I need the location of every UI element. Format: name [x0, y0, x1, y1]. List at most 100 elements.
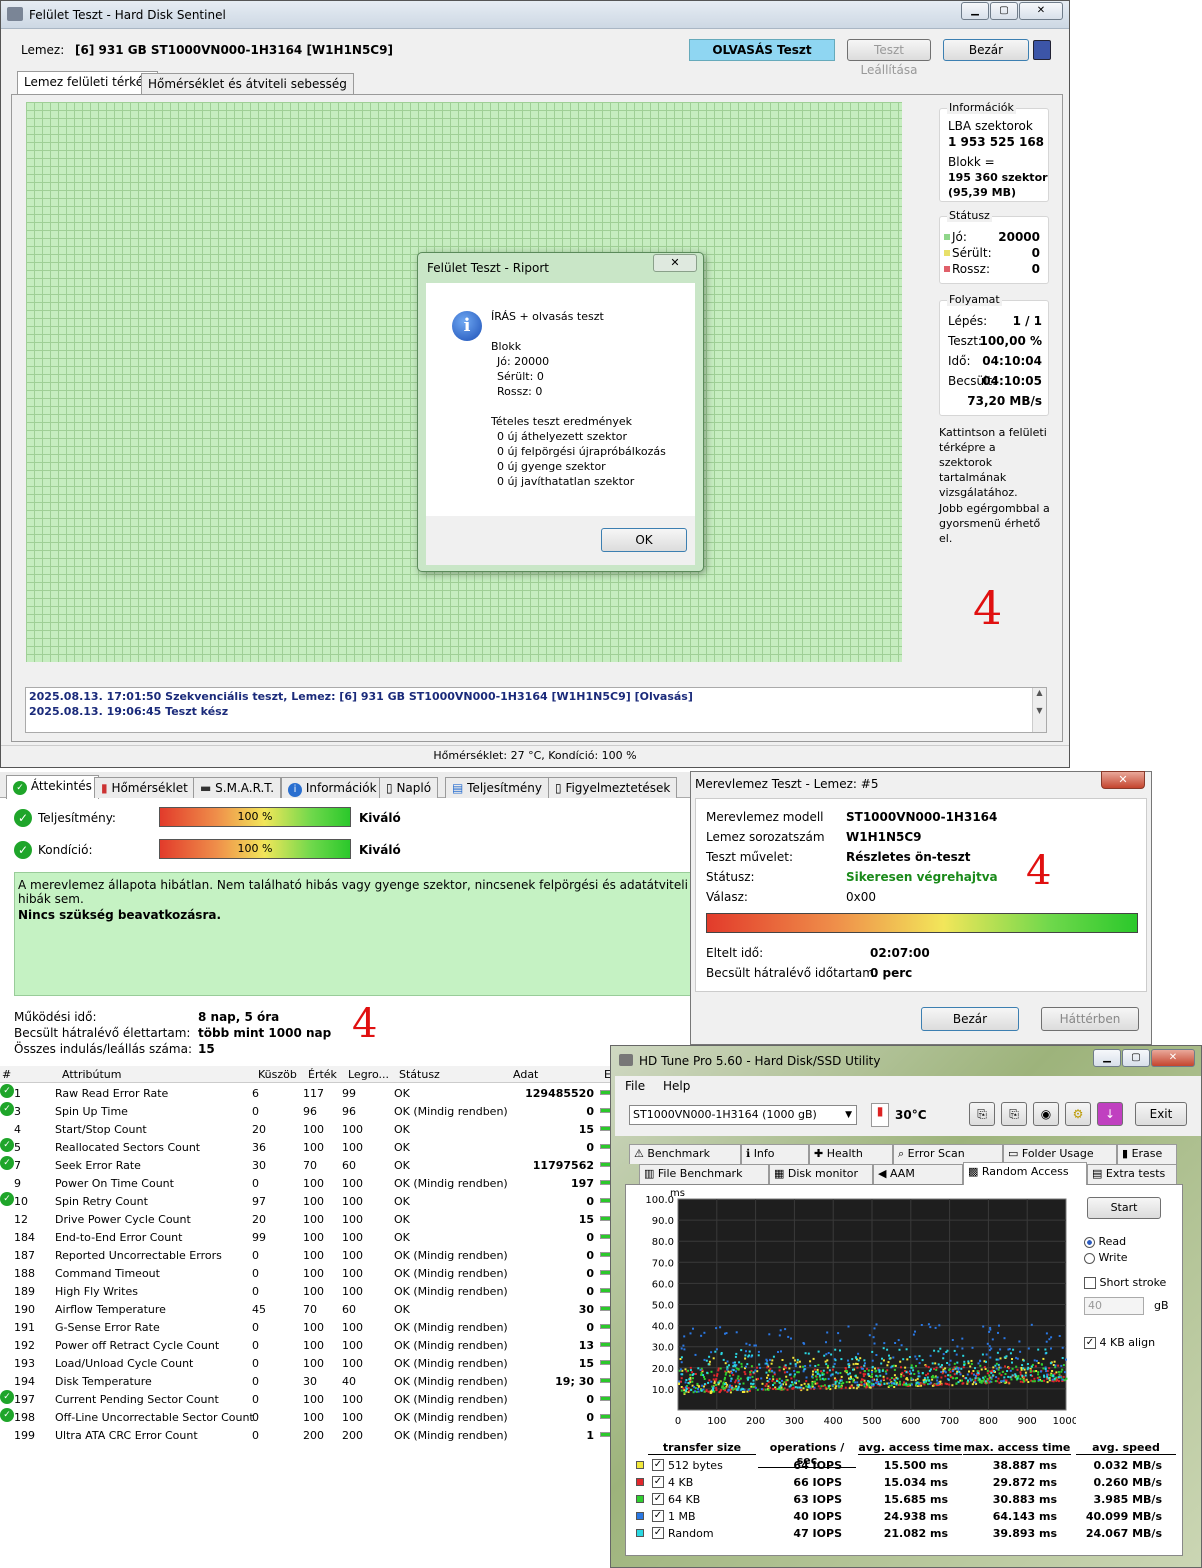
- exit-button[interactable]: Exit: [1135, 1102, 1187, 1126]
- series-checkbox[interactable]: ✓: [652, 1510, 664, 1522]
- table-row[interactable]: 12 Drive Power Cycle Count 20 100 100 OK 15: [0, 1210, 612, 1228]
- save-icon[interactable]: [1033, 40, 1051, 60]
- log-scrollbar[interactable]: ▲ ▼: [1032, 688, 1046, 732]
- cell-th: 30: [252, 1159, 266, 1172]
- table-row[interactable]: ✓ 198 Off-Line Uncorrectable Sector Count 0…: [0, 1408, 612, 1426]
- access-point: [798, 1360, 801, 1363]
- tab-error-scan[interactable]: ⌕ Error Scan: [893, 1144, 1003, 1164]
- options-icon[interactable]: ⚙: [1065, 1102, 1091, 1126]
- health-action: Nincs szükség beavatkozásra.: [18, 908, 222, 922]
- table-row[interactable]: 190 Airflow Temperature 45 70 60 OK 30: [0, 1300, 612, 1318]
- report-close-button[interactable]: ✕: [653, 254, 697, 272]
- table-row[interactable]: ✓ 197 Current Pending Sector Count 0 100 100 O…: [0, 1390, 612, 1408]
- table-row[interactable]: 199 Ultra ATA CRC Error Count 0 200 200 OK (M…: [0, 1426, 612, 1444]
- table-row[interactable]: 9 Power On Time Count 0 100 100 OK (Mindig re…: [0, 1174, 612, 1192]
- tab-health[interactable]: ✚ Health: [809, 1144, 893, 1164]
- access-point: [729, 1391, 732, 1394]
- close-button[interactable]: ✕: [1151, 1049, 1195, 1067]
- access-point: [722, 1358, 725, 1361]
- tab-temperature-speed[interactable]: Hőmérséklet és átviteli sebesség: [141, 73, 354, 95]
- table-row[interactable]: ✓ 1 Raw Read Error Rate 6 117 99 OK 129485520: [0, 1084, 612, 1102]
- tab-performance[interactable]: ▤ Teljesítmény: [445, 777, 549, 798]
- access-point: [886, 1377, 889, 1380]
- ok-button[interactable]: OK: [601, 528, 687, 552]
- tab-surface-map[interactable]: Lemez felületi térkép: [17, 71, 158, 95]
- tab-random-access[interactable]: ▩ Random Access: [963, 1162, 1087, 1185]
- read-radio[interactable]: Read: [1084, 1235, 1126, 1248]
- tab-info[interactable]: ℹ Info: [741, 1144, 809, 1164]
- tab-disk-monitor[interactable]: ▦ Disk monitor: [769, 1164, 873, 1184]
- series-checkbox[interactable]: ✓: [652, 1527, 664, 1539]
- col-status[interactable]: Státusz: [399, 1068, 440, 1081]
- menu-file[interactable]: File: [625, 1079, 645, 1093]
- tab-log[interactable]: ▯ Napló: [379, 777, 439, 798]
- access-point: [680, 1361, 683, 1364]
- tab-file-benchmark[interactable]: ▥ File Benchmark: [639, 1164, 769, 1184]
- access-point: [796, 1371, 799, 1374]
- copy-icon[interactable]: ⎘: [969, 1102, 995, 1126]
- series-checkbox[interactable]: ✓: [652, 1476, 664, 1488]
- table-row[interactable]: ✓ 3 Spin Up Time 0 96 96 OK (Mindig rendben) 0: [0, 1102, 612, 1120]
- table-row[interactable]: 187 Reported Uncorrectable Errors 0 100 100 O…: [0, 1246, 612, 1264]
- minimize-button[interactable]: ▁: [1093, 1049, 1121, 1067]
- access-point: [758, 1363, 761, 1366]
- table-row[interactable]: ✓ 7 Seek Error Rate 30 70 60 OK 11797562: [0, 1156, 612, 1174]
- table-row[interactable]: 4 Start/Stop Count 20 100 100 OK 15: [0, 1120, 612, 1138]
- table-row[interactable]: 189 High Fly Writes 0 100 100 OK (Mindig rend…: [0, 1282, 612, 1300]
- start-button[interactable]: Start: [1087, 1197, 1161, 1219]
- maximize-button[interactable]: ▢: [1122, 1049, 1150, 1067]
- close-button[interactable]: ✕: [1019, 2, 1063, 20]
- save-icon[interactable]: ↓: [1097, 1102, 1123, 1126]
- table-row[interactable]: ✓ 10 Spin Retry Count 97 100 100 OK 0: [0, 1192, 612, 1210]
- access-point: [923, 1377, 926, 1380]
- access-point: [731, 1371, 734, 1374]
- table-row[interactable]: ✓ 5 Reallocated Sectors Count 36 100 100 OK 0: [0, 1138, 612, 1156]
- table-row[interactable]: 194 Disk Temperature 0 30 40 OK (Mindig rendb…: [0, 1372, 612, 1390]
- tab-erase[interactable]: ▮ Erase: [1117, 1144, 1177, 1164]
- access-point: [962, 1354, 965, 1357]
- col-id[interactable]: #: [2, 1068, 11, 1081]
- stroke-size-input[interactable]: 40: [1084, 1297, 1144, 1315]
- table-row[interactable]: 191 G-Sense Error Rate 0 100 100 OK (Mindig r…: [0, 1318, 612, 1336]
- drive-select[interactable]: ST1000VN000-1H3164 (1000 gB) ▼: [629, 1105, 857, 1125]
- tab-smart[interactable]: ▬ S.M.A.R.T.: [193, 777, 282, 798]
- tab-temperature[interactable]: ▮ Hőmérséklet: [94, 777, 195, 798]
- screenshot-icon[interactable]: ◉: [1033, 1102, 1059, 1126]
- access-point: [737, 1375, 740, 1378]
- tab-folder-usage[interactable]: ▭ Folder Usage: [1003, 1144, 1117, 1164]
- maximize-button[interactable]: ▢: [990, 2, 1018, 20]
- check-icon: ✓: [0, 1102, 14, 1116]
- col-data[interactable]: Adat: [513, 1068, 538, 1081]
- table-row[interactable]: 192 Power off Retract Cycle Count 0 100 100 O…: [0, 1336, 612, 1354]
- background-button[interactable]: Háttérben: [1041, 1007, 1139, 1031]
- series-checkbox[interactable]: ✓: [652, 1493, 664, 1505]
- write-radio[interactable]: Write: [1084, 1251, 1128, 1264]
- col-worst[interactable]: Legro...: [348, 1068, 389, 1081]
- access-point: [813, 1368, 816, 1371]
- minimize-button[interactable]: ▁: [961, 2, 989, 20]
- series-checkbox[interactable]: ✓: [652, 1459, 664, 1471]
- align-checkbox[interactable]: ✓ 4 KB align: [1084, 1336, 1155, 1349]
- table-row[interactable]: 188 Command Timeout 0 100 100 OK (Mindig rend…: [0, 1264, 612, 1282]
- close-dialog-button[interactable]: Bezár: [943, 39, 1029, 61]
- access-point: [727, 1388, 730, 1391]
- menu-help[interactable]: Help: [663, 1079, 690, 1093]
- copy-all-icon[interactable]: ⎘: [1001, 1102, 1027, 1126]
- tab-aam[interactable]: ◀ AAM: [873, 1164, 963, 1184]
- tab-extra-tests[interactable]: ▤ Extra tests: [1087, 1164, 1177, 1184]
- selftest-close-button[interactable]: ✕: [1101, 771, 1145, 789]
- tab-information[interactable]: i Információk: [281, 777, 384, 798]
- tab-overview[interactable]: ✓ Áttekintés: [6, 775, 99, 799]
- access-point: [827, 1385, 830, 1388]
- access-point: [910, 1372, 913, 1375]
- table-row[interactable]: 184 End-to-End Error Count 99 100 100 OK 0: [0, 1228, 612, 1246]
- selftest-close-dialog-button[interactable]: Bezár: [921, 1007, 1019, 1031]
- stop-test-button[interactable]: Teszt Leállítása: [847, 39, 931, 77]
- tab-alerts[interactable]: ▯ Figyelmeztetések: [548, 777, 678, 798]
- short-stroke-checkbox[interactable]: Short stroke: [1084, 1276, 1166, 1289]
- col-attribute[interactable]: Attribútum: [62, 1068, 122, 1081]
- table-row[interactable]: 193 Load/Unload Cycle Count 0 100 100 OK (Min…: [0, 1354, 612, 1372]
- tab-benchmark[interactable]: ⚠ Benchmark: [629, 1144, 741, 1164]
- col-value[interactable]: Érték: [308, 1068, 337, 1081]
- col-threshold[interactable]: Küszöb: [258, 1068, 297, 1081]
